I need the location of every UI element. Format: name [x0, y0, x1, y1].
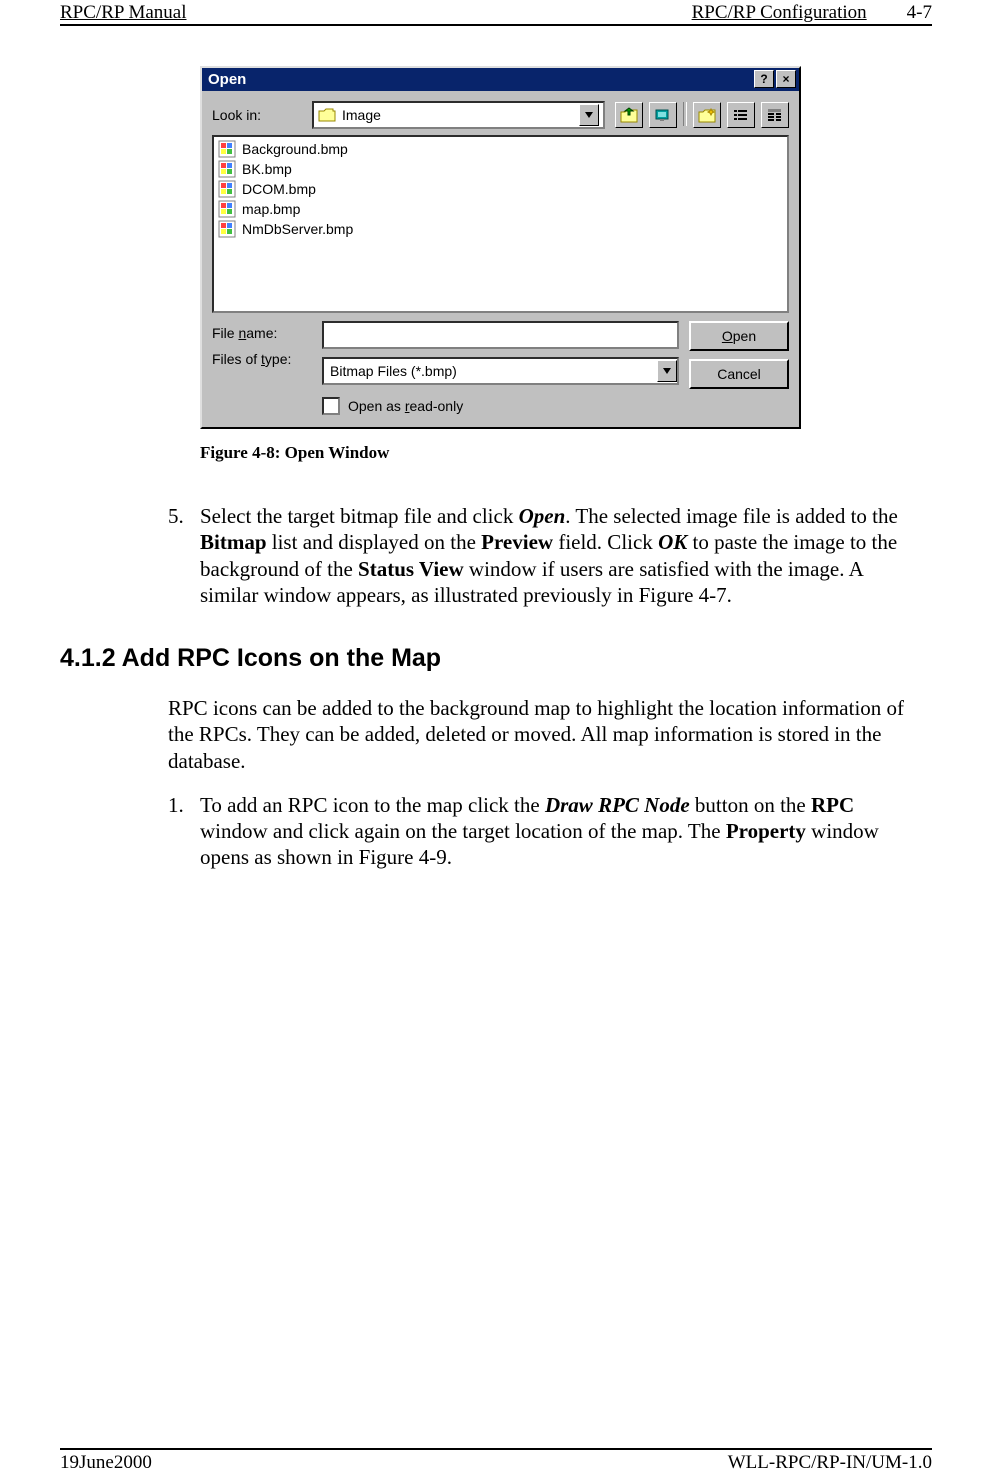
page-header: RPC/RP Manual RPC/RP Configuration 4-7	[60, 0, 932, 26]
step-number: 1.	[168, 792, 200, 871]
bitmap-file-icon	[218, 200, 236, 218]
lookin-dropdown[interactable]: Image	[312, 101, 605, 129]
filetype-label: Files of type:	[212, 351, 312, 367]
figure-caption: Figure 4-8: Open Window	[200, 443, 932, 463]
close-button[interactable]: ×	[776, 70, 796, 88]
section-heading: 4.1.2 Add RPC Icons on the Map	[60, 644, 932, 673]
filetype-value: Bitmap Files (*.bmp)	[330, 363, 657, 379]
file-name: Background.bmp	[242, 141, 348, 157]
bitmap-file-icon	[218, 140, 236, 158]
list-item[interactable]: DCOM.bmp	[218, 179, 783, 199]
footer-doc-id: WLL-RPC/RP-IN/UM-1.0	[728, 1452, 932, 1474]
step-number: 5.	[168, 503, 200, 608]
section-intro: RPC icons can be added to the background…	[168, 695, 922, 774]
list-item[interactable]: map.bmp	[218, 199, 783, 219]
dialog-titlebar: Open ? ×	[202, 68, 799, 91]
header-page-number: 4-7	[907, 2, 932, 24]
filetype-dropdown[interactable]: Bitmap Files (*.bmp)	[322, 357, 679, 385]
desktop-button[interactable]	[649, 102, 677, 128]
bitmap-file-icon	[218, 180, 236, 198]
list-item[interactable]: BK.bmp	[218, 159, 783, 179]
lookin-label: Look in:	[212, 107, 312, 123]
file-name: BK.bmp	[242, 161, 292, 177]
open-dialog-figure: Open ? × Look in: Image	[200, 66, 932, 429]
chevron-down-icon[interactable]	[657, 360, 677, 382]
toolbar-separator	[683, 102, 687, 126]
list-view-button[interactable]	[727, 102, 755, 128]
bitmap-file-icon	[218, 220, 236, 238]
filename-label: File name:	[212, 325, 312, 341]
step-1: 1. To add an RPC icon to the map click t…	[168, 792, 922, 871]
footer-date: 19June2000	[60, 1452, 152, 1474]
step-5: 5. Select the target bitmap file and cli…	[168, 503, 922, 608]
open-dialog: Open ? × Look in: Image	[200, 66, 801, 429]
header-manual-title: RPC/RP Manual	[60, 2, 187, 24]
open-button[interactable]: Open	[689, 321, 789, 351]
dialog-title: Open	[208, 71, 754, 88]
page-footer: 19June2000 WLL-RPC/RP-IN/UM-1.0	[60, 1448, 932, 1474]
header-section-title: RPC/RP Configuration	[692, 2, 867, 24]
chevron-down-icon[interactable]	[579, 104, 599, 126]
details-view-button[interactable]	[761, 102, 789, 128]
list-item[interactable]: Background.bmp	[218, 139, 783, 159]
bitmap-file-icon	[218, 160, 236, 178]
up-one-level-button[interactable]	[615, 102, 643, 128]
file-list[interactable]: Background.bmp BK.bmp DCOM.bmp	[212, 135, 789, 313]
readonly-label: Open as read-only	[348, 398, 463, 414]
new-folder-button[interactable]	[693, 102, 721, 128]
file-name: DCOM.bmp	[242, 181, 316, 197]
file-name: NmDbServer.bmp	[242, 221, 353, 237]
help-button[interactable]: ?	[754, 70, 774, 88]
filename-input[interactable]	[322, 321, 679, 349]
list-item[interactable]: NmDbServer.bmp	[218, 219, 783, 239]
lookin-value: Image	[342, 107, 381, 123]
folder-open-icon	[318, 108, 336, 122]
cancel-button[interactable]: Cancel	[689, 359, 789, 389]
readonly-checkbox[interactable]	[322, 397, 340, 415]
file-name: map.bmp	[242, 201, 300, 217]
